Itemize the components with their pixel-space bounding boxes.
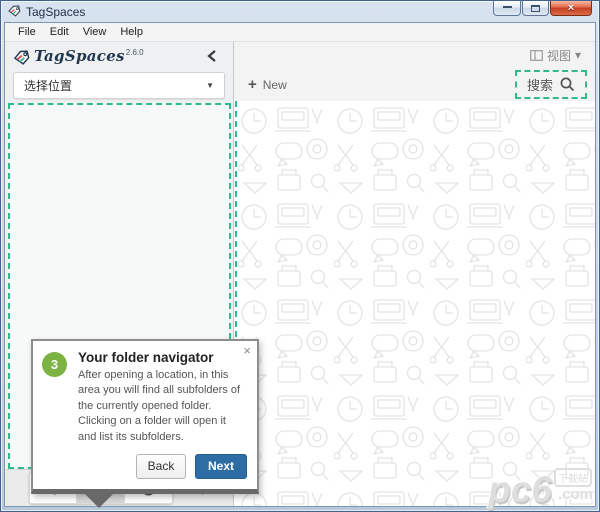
next-button[interactable]: Next xyxy=(195,454,247,479)
popover-body: After opening a location, in this area y… xyxy=(78,368,247,445)
app-window: TagSpaces × File Edit View Help xyxy=(0,0,600,512)
maximize-icon xyxy=(531,5,540,12)
window-title: TagSpaces xyxy=(26,5,85,19)
close-button[interactable]: × xyxy=(550,1,592,16)
logo-text: TagSpaces xyxy=(34,47,125,65)
back-button[interactable]: Back xyxy=(136,454,186,479)
menu-file[interactable]: File xyxy=(11,24,43,40)
minimize-button[interactable] xyxy=(493,1,521,16)
collapse-panel-button[interactable] xyxy=(207,49,217,63)
view-mode-button[interactable]: 视图 ▾ xyxy=(530,47,581,64)
menu-bar: File Edit View Help xyxy=(5,23,595,42)
popover-buttons: Back Next xyxy=(41,454,247,479)
view-mode-label: 视图 xyxy=(547,47,571,64)
location-selector-value: 选择位置 xyxy=(24,77,72,94)
main-area: 视图 ▾ + New 搜索 xyxy=(234,42,595,506)
file-grid-area[interactable] xyxy=(234,101,595,506)
logo-tag-icon xyxy=(13,50,30,65)
view-layout-icon xyxy=(530,50,543,61)
menu-help[interactable]: Help xyxy=(113,24,150,40)
window-controls: × xyxy=(492,1,592,16)
view-strip: 视图 ▾ xyxy=(234,42,595,68)
chevron-left-icon xyxy=(207,49,217,63)
app-logo: TagSpaces 2.6.0 xyxy=(13,47,144,65)
dropdown-caret-icon: ▼ xyxy=(206,81,214,90)
menu-edit[interactable]: Edit xyxy=(43,24,76,40)
app-version: 2.6.0 xyxy=(126,48,144,57)
menu-view[interactable]: View xyxy=(76,24,114,40)
left-panel-header: TagSpaces 2.6.0 xyxy=(5,42,233,69)
popover-title: Your folder navigator xyxy=(78,350,247,365)
title-bar: TagSpaces × xyxy=(1,1,599,22)
plus-icon: + xyxy=(248,76,257,93)
maximize-button[interactable] xyxy=(522,1,549,16)
location-selector[interactable]: 选择位置 ▼ xyxy=(13,72,225,99)
popover-arrow xyxy=(85,494,113,508)
new-button-label: New xyxy=(263,78,287,92)
search-button-label: 搜索 xyxy=(527,75,553,94)
caret-down-icon: ▾ xyxy=(575,48,581,62)
app-tag-icon xyxy=(8,5,21,18)
tour-step-badge: 3 xyxy=(42,352,67,377)
doodle-pattern xyxy=(234,101,595,506)
search-icon xyxy=(560,77,575,92)
close-icon: × xyxy=(568,3,574,14)
minimize-icon xyxy=(503,5,512,8)
popover-close-icon[interactable]: × xyxy=(243,344,251,357)
search-button[interactable]: 搜索 xyxy=(515,70,587,99)
main-toolbar: + New 搜索 xyxy=(234,68,595,101)
new-button[interactable]: + New xyxy=(248,76,287,93)
tour-popover: × 3 Your folder navigator After opening … xyxy=(31,339,259,494)
